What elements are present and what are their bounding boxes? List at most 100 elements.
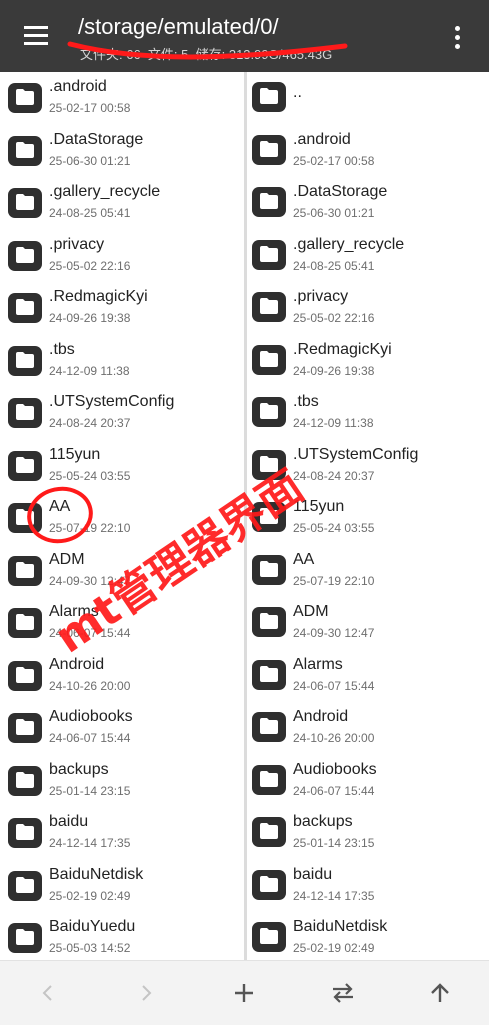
folder-row[interactable]: .privacy 25-05-02 22:16	[0, 230, 244, 283]
folder-icon	[252, 817, 286, 847]
folder-modified-date: 25-02-17 00:58	[293, 153, 375, 168]
folder-icon	[8, 293, 42, 323]
folder-icon	[252, 554, 286, 585]
folder-name: .privacy	[49, 235, 105, 253]
plus-icon[interactable]	[224, 975, 264, 1011]
folder-row[interactable]: BaiduNetdisk 25-02-19 02:49	[247, 912, 489, 960]
folder-icon	[252, 607, 286, 637]
folder-row[interactable]: ADM 24-09-30 12:47	[247, 597, 489, 650]
folder-modified-date: 24-08-25 05:41	[49, 206, 131, 220]
folder-row[interactable]: Audiobooks 24-06-07 15:44	[0, 702, 244, 755]
folder-icon	[8, 503, 42, 533]
folder-name: .DataStorage	[49, 130, 144, 148]
arrow-up-icon[interactable]	[420, 975, 460, 1011]
folder-name: .RedmagicKyi	[293, 340, 392, 358]
folder-modified-date: 24-06-07 15:44	[49, 731, 131, 745]
folder-icon	[8, 450, 42, 481]
folder-modified-date: 25-07-19 22:10	[49, 521, 131, 535]
folder-count: 文件夹: 66	[80, 47, 141, 62]
folder-row[interactable]: Android 24-10-26 20:00	[247, 702, 489, 755]
folder-modified-date: 25-05-02 22:16	[293, 311, 375, 325]
folder-row[interactable]: .tbs 24-12-09 11:38	[247, 387, 489, 440]
folder-icon	[252, 922, 286, 952]
folder-name: baidu	[293, 865, 333, 883]
folder-icon	[8, 765, 42, 796]
folder-modified-date: 25-05-24 03:55	[293, 521, 375, 535]
folder-modified-date: 24-09-30 12:47	[293, 626, 375, 640]
folder-icon	[8, 713, 42, 743]
folder-icon	[252, 659, 286, 690]
folder-modified-date: 24-12-09 11:38	[49, 363, 130, 378]
folder-icon	[252, 82, 286, 112]
folder-modified-date: 24-09-26 19:38	[293, 363, 375, 378]
folder-modified-date: 25-02-19 02:49	[293, 941, 375, 955]
folder-modified-date: 25-01-14 23:15	[293, 836, 375, 850]
folder-row[interactable]: BaiduYuedu 25-05-03 14:52	[0, 912, 244, 960]
folder-modified-date: 25-05-02 22:16	[49, 258, 131, 273]
folder-icon	[252, 187, 286, 217]
folder-icon	[8, 240, 42, 271]
folder-row[interactable]: backups 25-01-14 23:15	[0, 755, 244, 808]
folder-row[interactable]: AA 25-07-19 22:10	[247, 545, 489, 598]
folder-modified-date: 25-02-19 02:49	[49, 888, 131, 903]
folder-modified-date: 24-12-09 11:38	[293, 416, 374, 430]
folder-row[interactable]: Alarms 24-06-07 15:44	[247, 650, 489, 703]
swap-arrows-icon[interactable]	[322, 975, 362, 1011]
folder-row[interactable]: .DataStorage 25-06-30 01:21	[247, 177, 489, 230]
folder-row[interactable]: .RedmagicKyi 24-09-26 19:38	[0, 282, 244, 335]
more-vertical-icon[interactable]	[445, 18, 469, 58]
folder-row[interactable]: BaiduNetdisk 25-02-19 02:49	[0, 860, 244, 913]
folder-row[interactable]: 115yun 25-05-24 03:55	[0, 440, 244, 493]
folder-name: AA	[49, 498, 71, 515]
folder-modified-date: 24-06-07 15:44	[293, 678, 375, 693]
folder-row[interactable]: .UTSystemConfig 24-08-24 20:37	[0, 387, 244, 440]
storage-usage: 储存: 313.99G/465.43G	[195, 47, 333, 62]
folder-row[interactable]: Android 24-10-26 20:00	[0, 650, 244, 703]
folder-row[interactable]: .gallery_recycle 24-08-25 05:41	[0, 177, 244, 230]
bottom-toolbar	[0, 960, 489, 1025]
folder-icon	[8, 608, 42, 638]
folder-row[interactable]: baidu 24-12-14 17:35	[247, 860, 489, 913]
folder-row[interactable]: Audiobooks 24-06-07 15:44	[247, 755, 489, 808]
chevron-left-icon[interactable]	[28, 975, 68, 1011]
parent-directory-row[interactable]: ..	[247, 72, 489, 125]
folder-name: .privacy	[293, 288, 349, 305]
folder-name: Android	[293, 708, 349, 725]
folder-name: ADM	[293, 603, 329, 620]
folder-name: .android	[293, 130, 351, 148]
folder-name: Audiobooks	[293, 760, 377, 778]
folder-modified-date: 25-06-30 01:21	[293, 206, 375, 220]
folder-modified-date: 24-08-24 20:37	[293, 468, 375, 483]
folder-icon	[252, 239, 286, 270]
folder-name: baidu	[49, 813, 89, 830]
folder-icon	[8, 345, 42, 376]
folder-icon	[8, 398, 42, 428]
folder-row[interactable]: .privacy 25-05-02 22:16	[247, 282, 489, 335]
folder-modified-date: 24-09-26 19:38	[49, 311, 131, 325]
folder-row[interactable]: .gallery_recycle 24-08-25 05:41	[247, 230, 489, 283]
hamburger-menu-icon[interactable]	[14, 16, 58, 56]
chevron-right-icon[interactable]	[126, 975, 166, 1011]
folder-modified-date: 25-06-30 01:21	[49, 153, 131, 168]
folder-icon	[252, 869, 286, 900]
folder-icon	[8, 188, 42, 218]
folder-row[interactable]: .tbs 24-12-09 11:38	[0, 335, 244, 388]
folder-row[interactable]: .RedmagicKyi 24-09-26 19:38	[247, 335, 489, 388]
folder-row[interactable]: .DataStorage 25-06-30 01:21	[0, 125, 244, 178]
folder-modified-date: 25-07-19 22:10	[293, 573, 375, 588]
folder-name: BaiduNetdisk	[293, 918, 388, 935]
folder-name: .RedmagicKyi	[49, 288, 148, 305]
folder-modified-date: 25-01-14 23:15	[49, 783, 131, 798]
file-count: 文件: 5	[147, 47, 189, 62]
parent-directory-label: ..	[293, 84, 302, 101]
folder-row[interactable]: .android 25-02-17 00:58	[0, 72, 244, 125]
folder-row[interactable]: baidu 24-12-14 17:35	[0, 807, 244, 860]
folder-name: 115yun	[49, 445, 101, 463]
folder-row[interactable]: backups 25-01-14 23:15	[247, 807, 489, 860]
folder-row[interactable]: .android 25-02-17 00:58	[247, 125, 489, 178]
folder-name: BaiduNetdisk	[49, 865, 144, 883]
folder-modified-date: 24-08-25 05:41	[293, 258, 375, 273]
folder-modified-date: 24-12-14 17:35	[293, 888, 375, 903]
folder-modified-date: 24-08-24 20:37	[49, 416, 131, 430]
folder-modified-date: 24-10-26 20:00	[49, 678, 131, 693]
